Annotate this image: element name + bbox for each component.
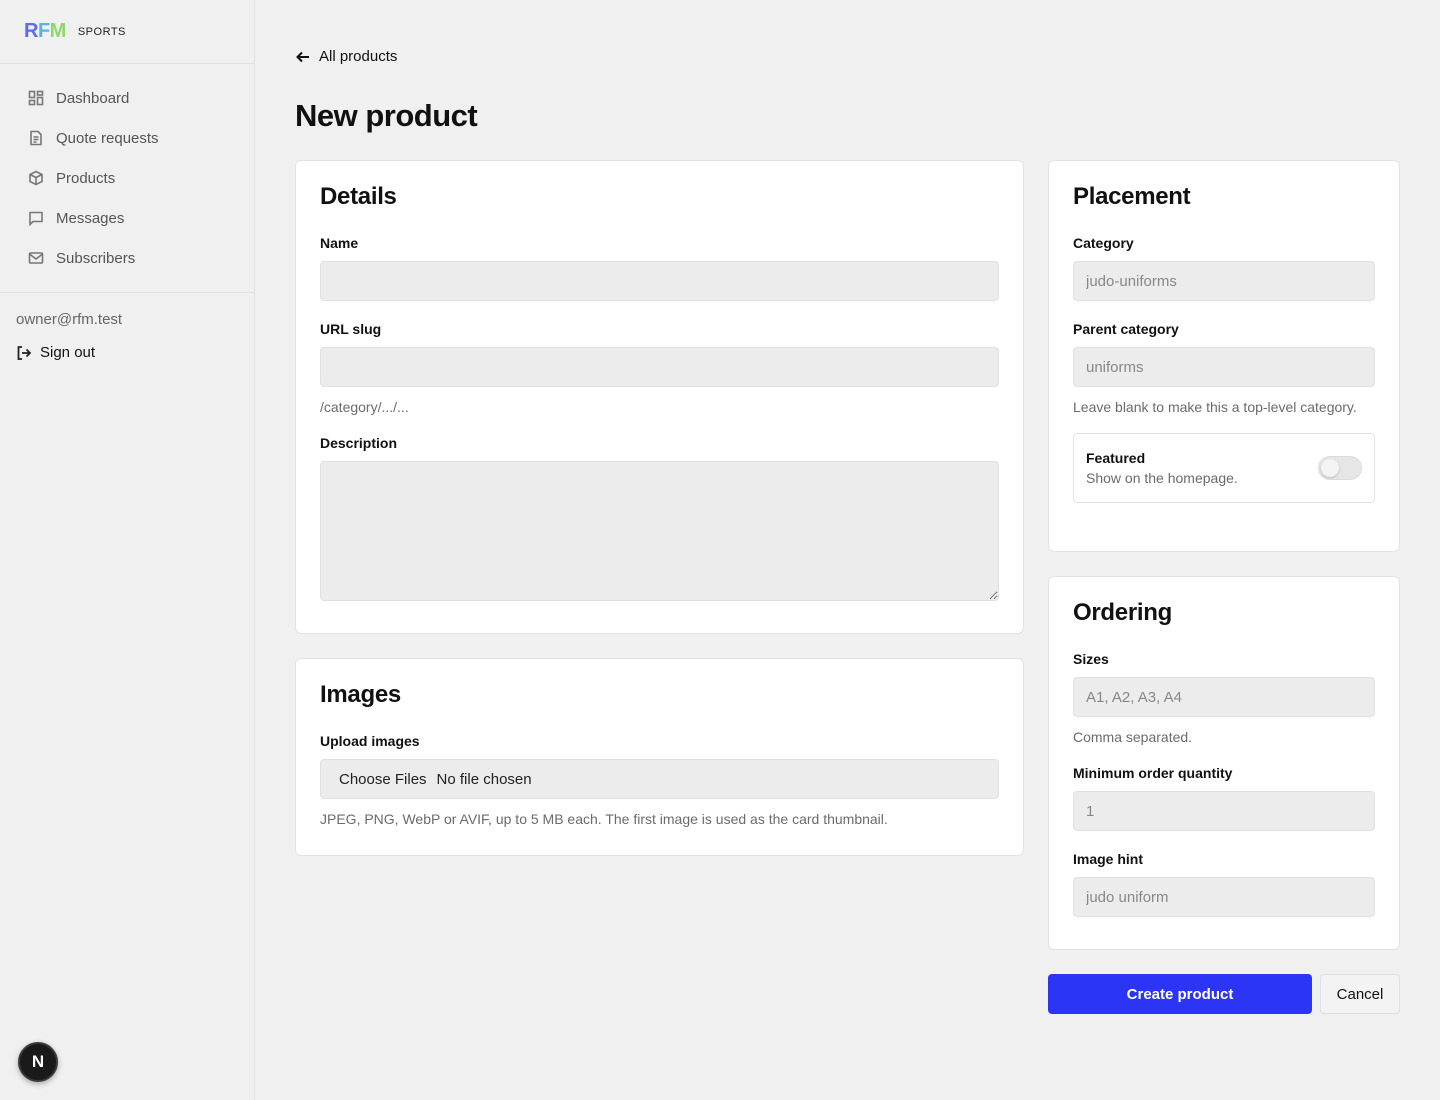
url-slug-input[interactable] xyxy=(320,347,999,387)
sidebar-nav: Dashboard Quote requests Products Messag… xyxy=(0,64,254,293)
name-label: Name xyxy=(320,235,359,251)
url-slug-label: URL slug xyxy=(320,321,382,337)
ordering-card: Ordering Sizes Comma separated. Minimum … xyxy=(1048,576,1400,950)
file-status: No file chosen xyxy=(436,770,532,788)
mail-icon xyxy=(28,252,44,264)
cancel-button[interactable]: Cancel xyxy=(1320,974,1400,1014)
name-input[interactable] xyxy=(320,261,999,301)
moq-label: Minimum order quantity xyxy=(1073,765,1233,781)
message-icon xyxy=(29,211,43,226)
parent-category-input[interactable] xyxy=(1073,347,1375,387)
user-email: owner@rfm.test xyxy=(16,311,123,328)
featured-title: Featured xyxy=(1086,450,1146,466)
page-title: New product xyxy=(295,98,478,133)
parent-category-help: Leave blank to make this a top-level cat… xyxy=(1073,399,1357,415)
description-textarea[interactable] xyxy=(320,461,999,601)
sizes-input[interactable] xyxy=(1073,677,1375,717)
box-icon xyxy=(29,170,43,186)
moq-input[interactable] xyxy=(1073,791,1375,831)
file-upload-input[interactable]: Choose Files No file chosen xyxy=(320,759,999,799)
featured-toggle[interactable] xyxy=(1318,456,1362,480)
sizes-label: Sizes xyxy=(1073,651,1109,667)
sidebar-item-messages[interactable]: Messages xyxy=(0,198,254,238)
brand-logo: RFM xyxy=(24,20,66,42)
placement-card: Placement Category Parent category Leave… xyxy=(1048,160,1400,552)
url-slug-help: /category/.../... xyxy=(320,399,409,415)
category-label: Category xyxy=(1073,235,1134,251)
ordering-title: Ordering xyxy=(1073,599,1172,626)
sidebar-item-label: Messages xyxy=(56,209,125,227)
create-product-button[interactable]: Create product xyxy=(1048,974,1312,1014)
upload-help: JPEG, PNG, WebP or AVIF, up to 5 MB each… xyxy=(320,811,888,827)
back-link[interactable]: All products xyxy=(295,48,397,65)
sidebar-item-subscribers[interactable]: Subscribers xyxy=(0,238,254,278)
grid-icon xyxy=(28,90,44,106)
sign-out-icon xyxy=(17,345,32,360)
sidebar-item-dashboard[interactable]: Dashboard xyxy=(0,78,254,118)
sidebar-item-quote-requests[interactable]: Quote requests xyxy=(0,118,254,158)
details-card: Details Name URL slug /category/.../... … xyxy=(295,160,1024,634)
choose-files-button[interactable]: Choose Files xyxy=(339,771,427,788)
description-label: Description xyxy=(320,435,398,451)
details-title: Details xyxy=(320,183,397,210)
image-hint-label: Image hint xyxy=(1073,851,1144,867)
sidebar-item-label: Quote requests xyxy=(56,129,159,147)
sizes-help: Comma separated. xyxy=(1073,729,1193,745)
brand-subtitle: SPORTS xyxy=(77,25,126,38)
sidebar-item-products[interactable]: Products xyxy=(0,158,254,198)
arrow-left-icon xyxy=(296,51,309,62)
placement-title: Placement xyxy=(1073,183,1191,210)
featured-description: Show on the homepage. xyxy=(1086,470,1238,486)
category-input[interactable] xyxy=(1073,261,1375,301)
toggle-knob xyxy=(1321,459,1339,477)
image-hint-input[interactable] xyxy=(1073,877,1375,917)
brand[interactable]: RFM SPORTS xyxy=(0,0,254,64)
images-title: Images xyxy=(320,681,401,708)
upload-images-label: Upload images xyxy=(320,733,420,749)
document-icon xyxy=(30,130,42,146)
parent-category-label: Parent category xyxy=(1073,321,1179,337)
sidebar-item-label: Dashboard xyxy=(56,89,130,107)
dev-tools-badge[interactable]: N xyxy=(18,1042,58,1082)
sign-out-label: Sign out xyxy=(40,344,96,361)
sidebar-item-label: Subscribers xyxy=(56,249,136,267)
featured-setting: Featured Show on the homepage. xyxy=(1073,433,1375,503)
back-link-label: All products xyxy=(319,48,398,65)
sign-out-button[interactable]: Sign out xyxy=(0,328,254,361)
sidebar: RFM SPORTS Dashboard Quote requests Prod… xyxy=(0,0,255,1100)
sidebar-item-label: Products xyxy=(56,169,116,187)
images-card: Images Upload images Choose Files No fil… xyxy=(295,658,1024,856)
